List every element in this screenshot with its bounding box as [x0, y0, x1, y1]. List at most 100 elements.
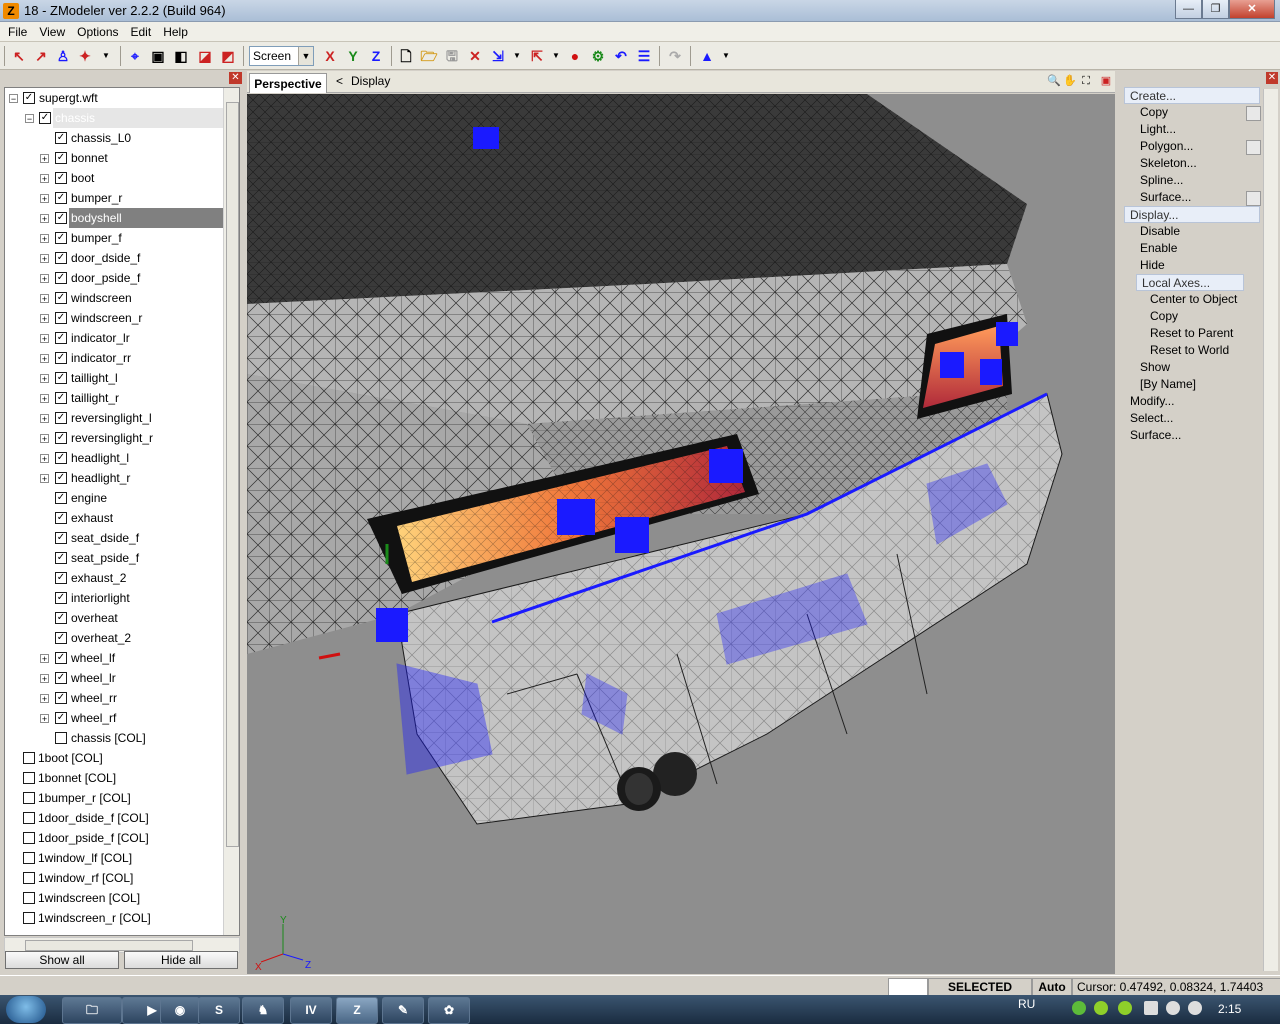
- tray-app-icon[interactable]: [1094, 1001, 1108, 1015]
- tree-item-child[interactable]: + ✓ door_pside_f: [5, 268, 223, 288]
- visibility-checkbox[interactable]: ✓: [55, 172, 67, 184]
- taskbar-paint-icon[interactable]: ✿: [428, 997, 470, 1024]
- expand-icon[interactable]: +: [40, 254, 49, 264]
- triangle-dropdown-icon[interactable]: ▼: [716, 46, 736, 66]
- visibility-checkbox[interactable]: ✓: [55, 272, 67, 284]
- visibility-checkbox[interactable]: [23, 912, 35, 924]
- tree-item-child[interactable]: + ✓ bodyshell: [5, 208, 225, 228]
- visibility-checkbox[interactable]: ✓: [23, 92, 35, 104]
- cmd-skeleton[interactable]: Skeleton...: [1140, 155, 1197, 172]
- properties-icon[interactable]: ☰: [634, 46, 654, 66]
- visibility-checkbox[interactable]: ✓: [55, 352, 67, 364]
- start-button[interactable]: [6, 996, 46, 1023]
- expand-icon[interactable]: +: [40, 294, 49, 304]
- select-dummy-icon[interactable]: ✦: [75, 46, 95, 66]
- tree-item-child[interactable]: + ✓ indicator_rr: [5, 348, 223, 368]
- visibility-checkbox[interactable]: ✓: [55, 692, 67, 704]
- visibility-checkbox[interactable]: ✓: [55, 312, 67, 324]
- tree-item-chassis[interactable]: − ✓ chassis: [5, 108, 225, 128]
- tree-item-child[interactable]: + ✓ wheel_rr: [5, 688, 223, 708]
- visibility-checkbox[interactable]: ✓: [55, 132, 67, 144]
- axis-z-toggle[interactable]: Z: [366, 46, 386, 66]
- visibility-checkbox[interactable]: ✓: [55, 592, 67, 604]
- cmd-copy[interactable]: Copy: [1140, 104, 1168, 121]
- tray-clock[interactable]: 2:15: [1218, 1002, 1241, 1016]
- visibility-checkbox[interactable]: ✓: [55, 412, 67, 424]
- coordinate-system-select[interactable]: Screen ▼: [249, 46, 314, 66]
- tree-item-child[interactable]: + ✓ reversinglight_l: [5, 408, 223, 428]
- tree-item-child[interactable]: + ✓ wheel_lr: [5, 668, 223, 688]
- taskbar-explorer-icon[interactable]: 🗀: [62, 997, 122, 1024]
- tray-language[interactable]: RU: [1018, 997, 1035, 1011]
- close-icon[interactable]: ✕: [229, 72, 242, 84]
- visibility-checkbox[interactable]: ✓: [55, 232, 67, 244]
- tree-vertical-scrollbar[interactable]: [223, 88, 239, 935]
- tree-item-child[interactable]: + ✓ bumper_r: [5, 188, 223, 208]
- new-file-icon[interactable]: 🗋: [396, 46, 416, 66]
- cmd-option-box[interactable]: [1246, 191, 1261, 206]
- expand-icon[interactable]: +: [40, 694, 49, 704]
- visibility-checkbox[interactable]: [23, 832, 35, 844]
- tray-volume-icon[interactable]: [1166, 1001, 1180, 1015]
- import-dropdown-icon[interactable]: ▼: [507, 46, 527, 66]
- tree-item-child[interactable]: ✓ engine: [5, 488, 223, 508]
- 3d-viewport[interactable]: Y X Z: [247, 94, 1115, 974]
- expand-icon[interactable]: +: [40, 154, 49, 164]
- menu-view[interactable]: View: [33, 22, 71, 42]
- visibility-checkbox[interactable]: [23, 872, 35, 884]
- move-tool-icon[interactable]: ⌖: [125, 46, 145, 66]
- cmd-display[interactable]: Display...: [1124, 206, 1260, 223]
- hide-all-button[interactable]: Hide all: [124, 951, 238, 969]
- tree-item-child[interactable]: + ✓ windscreen: [5, 288, 223, 308]
- tree-item-collision[interactable]: 1boot [COL]: [5, 748, 223, 768]
- taskbar-firefox-icon[interactable]: ◉: [160, 997, 200, 1024]
- taskbar-notepad-icon[interactable]: ✎: [382, 997, 424, 1024]
- close-viewport-icon[interactable]: ▣: [1099, 74, 1113, 88]
- chevron-down-icon[interactable]: ▼: [298, 47, 313, 65]
- visibility-checkbox[interactable]: ✓: [55, 452, 67, 464]
- show-all-button[interactable]: Show all: [5, 951, 119, 969]
- collapse-icon[interactable]: −: [9, 94, 18, 104]
- tree-item-collision[interactable]: 1door_pside_f [COL]: [5, 828, 223, 848]
- expand-icon[interactable]: +: [40, 434, 49, 444]
- expand-icon[interactable]: +: [40, 714, 49, 724]
- tree-item-child[interactable]: + ✓ bumper_f: [5, 228, 223, 248]
- visibility-checkbox[interactable]: ✓: [55, 632, 67, 644]
- cmd-surface-group[interactable]: Surface...: [1130, 427, 1181, 444]
- triangle-tool-icon[interactable]: ▲: [697, 46, 717, 66]
- visibility-checkbox[interactable]: [23, 752, 35, 764]
- expand-icon[interactable]: +: [40, 414, 49, 424]
- scrollbar-thumb[interactable]: [25, 940, 193, 951]
- visibility-checkbox[interactable]: ✓: [55, 212, 67, 224]
- visibility-checkbox[interactable]: [23, 852, 35, 864]
- tree-item-child[interactable]: ✓ overheat_2: [5, 628, 223, 648]
- visibility-checkbox[interactable]: [23, 812, 35, 824]
- visibility-checkbox[interactable]: [23, 792, 35, 804]
- visibility-checkbox[interactable]: ✓: [55, 492, 67, 504]
- visibility-checkbox[interactable]: ✓: [55, 572, 67, 584]
- undo-icon[interactable]: ↶: [611, 46, 631, 66]
- tree-item-collision[interactable]: 1windscreen_r [COL]: [5, 908, 223, 928]
- cmd-polygon[interactable]: Polygon...: [1140, 138, 1193, 155]
- expand-icon[interactable]: +: [40, 674, 49, 684]
- cmd-show[interactable]: Show: [1140, 359, 1170, 376]
- tree-item-child[interactable]: + ✓ headlight_l: [5, 448, 223, 468]
- expand-icon[interactable]: +: [40, 234, 49, 244]
- expand-icon[interactable]: +: [40, 314, 49, 324]
- commands-scrollbar[interactable]: [1263, 89, 1278, 971]
- visibility-checkbox[interactable]: [55, 732, 67, 744]
- tree-item-collision[interactable]: 1bonnet [COL]: [5, 768, 223, 788]
- cmd-option-box[interactable]: [1246, 140, 1261, 155]
- tree-item-child[interactable]: ✓ seat_pside_f: [5, 548, 223, 568]
- select-tool-icon[interactable]: ↖: [9, 46, 29, 66]
- axis-y-toggle[interactable]: Y: [343, 46, 363, 66]
- select-dropdown-icon[interactable]: ▼: [96, 46, 116, 66]
- cmd-local-axes[interactable]: Local Axes...: [1136, 274, 1244, 291]
- expand-icon[interactable]: +: [40, 394, 49, 404]
- tree-item-root[interactable]: − ✓ supergt.wft: [5, 88, 223, 108]
- collapse-icon[interactable]: −: [25, 114, 34, 124]
- visibility-checkbox[interactable]: ✓: [39, 112, 51, 124]
- visibility-checkbox[interactable]: ✓: [55, 332, 67, 344]
- cmd-enable[interactable]: Enable: [1140, 240, 1177, 257]
- expand-icon[interactable]: +: [40, 454, 49, 464]
